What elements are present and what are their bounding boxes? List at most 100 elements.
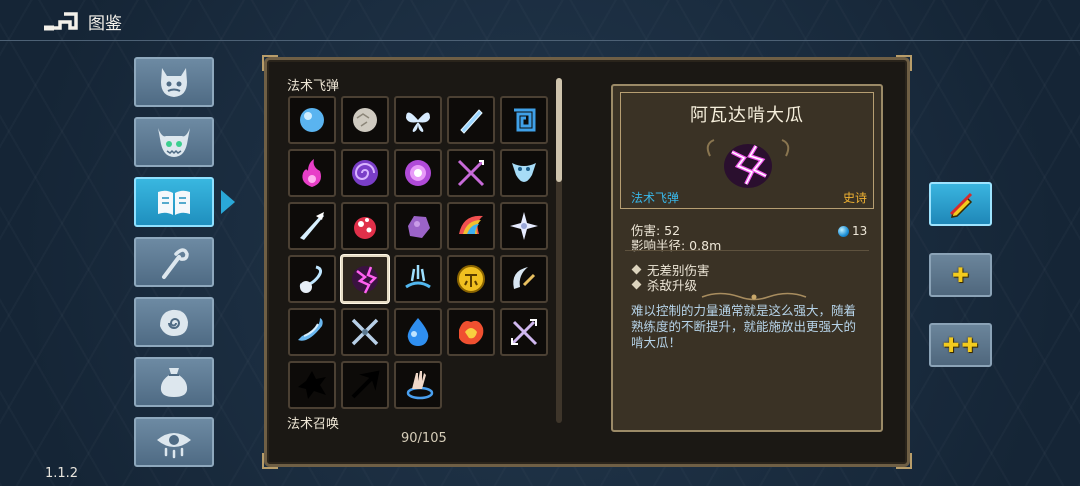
version-label: 1.1.2 — [45, 466, 79, 481]
pouch-icon — [160, 368, 188, 397]
spell-cell[interactable] — [341, 308, 389, 356]
spell-type: 法术飞弹 — [631, 191, 680, 205]
sidebar-item-spellbook[interactable] — [134, 177, 214, 227]
spell-cell[interactable] — [394, 149, 442, 197]
plus-icon: ✚ — [952, 263, 969, 287]
pencil-crossed-icon — [949, 192, 972, 218]
spell-cell[interactable] — [394, 202, 442, 250]
wind-blast-icon — [299, 265, 323, 293]
panel-corner — [262, 55, 278, 71]
plus-icon: ✚ — [942, 333, 960, 357]
open-book-icon — [158, 190, 190, 215]
sidebar-item-bosses[interactable] — [134, 117, 214, 167]
back-arrow-icon[interactable] — [40, 8, 80, 34]
spell-cell[interactable] — [447, 255, 495, 303]
spell-description: 难以控制的力量通常就是这么强大，随着熟练度的不断提升，就能施放出更强大的啃大瓜！ — [631, 303, 857, 350]
spell-cell[interactable] — [500, 308, 548, 356]
spell-cell[interactable] — [447, 149, 495, 197]
fire-burst-icon — [459, 320, 484, 345]
spell-cell[interactable] — [341, 202, 389, 250]
page-title: 图鉴 — [88, 14, 122, 34]
stone-ball-icon — [353, 108, 377, 132]
upgrade-double-button[interactable]: ✚ ✚ — [929, 323, 992, 367]
rainbow-wing-icon — [459, 215, 483, 234]
pink-flame-icon — [302, 159, 321, 187]
spell-cell[interactable] — [288, 361, 336, 409]
collection-counter: 90/105 — [401, 431, 447, 446]
spell-cell[interactable] — [500, 96, 548, 144]
spell-cell[interactable] — [341, 149, 389, 197]
staff-icon — [162, 248, 189, 279]
sidebar-item-curses[interactable] — [134, 417, 214, 467]
demon-face-icon — [161, 68, 187, 97]
active-indicator — [221, 190, 235, 214]
sidebar-item-skills[interactable] — [134, 297, 214, 347]
spell-cell[interactable] — [288, 308, 336, 356]
crossed-blades-icon — [351, 318, 379, 346]
upgrade-button[interactable]: ✚ — [929, 253, 992, 297]
crossed-swords-icon — [510, 319, 538, 346]
blue-orb-icon — [300, 108, 324, 132]
spell-cell[interactable] — [394, 255, 442, 303]
spell-name: 阿瓦达啃大瓜 — [690, 105, 804, 126]
mana-cost: 13 — [838, 224, 867, 238]
spell-rarity: 史诗 — [843, 191, 868, 205]
panel-corner — [896, 453, 912, 469]
shadow-splat-icon — [298, 371, 326, 399]
ornament-divider — [701, 292, 807, 301]
gold-coin-icon — [457, 265, 485, 293]
summon-hand-icon — [406, 371, 434, 400]
crescent-wave-icon — [298, 318, 323, 341]
mana-orb-icon — [838, 225, 849, 237]
spell-cell[interactable] — [500, 202, 548, 250]
ice-bolt-icon — [460, 109, 483, 134]
horned-mask-icon — [158, 128, 190, 157]
lightning-melon-icon — [352, 266, 378, 294]
spiral-square-icon — [514, 108, 536, 132]
spell-cell[interactable] — [394, 361, 442, 409]
spell-cell[interactable] — [500, 255, 548, 303]
spell-cell[interactable] — [288, 149, 336, 197]
spell-cell[interactable] — [341, 361, 389, 409]
diamond-bullet-icon — [631, 279, 642, 290]
eye-icon — [157, 433, 191, 459]
sidebar-item-monsters[interactable] — [134, 57, 214, 107]
sidebar-item-staffs[interactable] — [134, 237, 214, 287]
equip-button[interactable] — [929, 182, 992, 226]
spell-cell[interactable] — [447, 308, 495, 356]
water-drop-icon — [407, 318, 429, 346]
violet-sphere-icon — [405, 160, 431, 186]
red-spore-icon — [354, 217, 376, 239]
scrollbar-thumb[interactable] — [556, 78, 562, 182]
hand-spiral-icon — [160, 309, 188, 336]
panel-corner — [896, 55, 912, 71]
butterfly-icon — [406, 112, 430, 132]
crossed-arrows-icon — [457, 159, 485, 187]
spell-cell[interactable] — [288, 255, 336, 303]
sidebar-item-items[interactable] — [134, 357, 214, 407]
panel-corner — [262, 453, 278, 469]
spell-cell[interactable] — [394, 96, 442, 144]
ice-serpent-icon — [512, 163, 536, 182]
spell-cell[interactable] — [500, 149, 548, 197]
spell-cell[interactable] — [394, 308, 442, 356]
purple-rock-icon — [408, 216, 430, 238]
frost-spear-icon — [300, 212, 324, 240]
mana-value: 13 — [852, 224, 868, 238]
spell-cell[interactable] — [288, 96, 336, 144]
diamond-bullet-icon — [631, 264, 642, 275]
spell-cell[interactable] — [447, 96, 495, 144]
spell-cell[interactable] — [341, 255, 389, 303]
crescent-blade-icon — [513, 267, 536, 289]
spell-cell[interactable] — [341, 96, 389, 144]
plus-icon: ✚ — [961, 333, 979, 357]
spell-cell[interactable] — [447, 202, 495, 250]
lightning-melon-icon — [706, 139, 790, 188]
trait-label: 杀敌升级 — [647, 278, 698, 293]
purple-vortex-icon — [352, 160, 378, 186]
top-bar: 图鉴 — [0, 0, 1080, 41]
trait-item: 杀敌升级 — [631, 275, 698, 294]
water-splash-icon — [405, 265, 431, 289]
section-label-missiles: 法术飞弹 — [287, 79, 340, 94]
spell-cell[interactable] — [288, 202, 336, 250]
